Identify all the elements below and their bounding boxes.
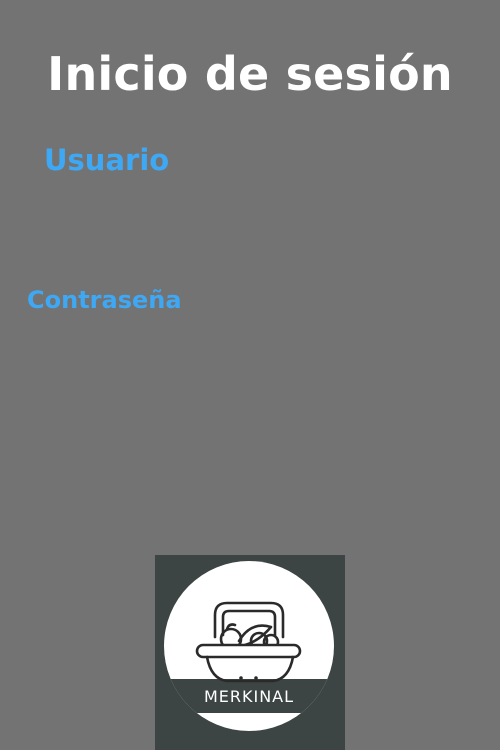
username-label: Usuario [44,143,170,177]
brand-logo: MERKINAL [155,555,345,750]
page-title: Inicio de sesión [47,47,453,101]
basket-dot-icon [239,676,243,680]
password-label: Contraseña [27,286,182,314]
brand-name: MERKINAL [204,687,294,706]
logo-graphic: MERKINAL [164,561,334,731]
basket-dot-icon [254,676,258,680]
